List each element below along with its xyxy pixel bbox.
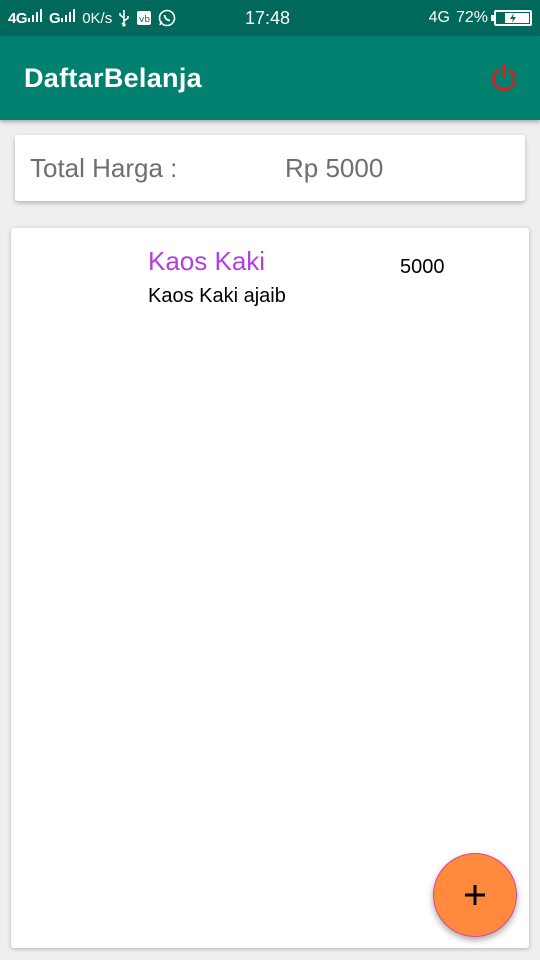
status-left-group: 4G G 0K/s vb xyxy=(8,0,176,36)
status-right-group: 4G 72% xyxy=(429,0,532,36)
network-right-label: 4G xyxy=(428,9,450,26)
status-time: 17:48 xyxy=(245,7,291,28)
svg-text:vb: vb xyxy=(139,15,150,25)
status-bar: 4G G 0K/s vb 17:48 4G 72% xyxy=(0,0,540,36)
total-price-card: Total Harga : Rp 5000 xyxy=(15,135,525,201)
usb-icon xyxy=(118,9,130,27)
signal-label-1: 4G xyxy=(8,10,28,27)
plus-icon xyxy=(465,885,485,905)
battery-percent: 72% xyxy=(455,9,488,26)
app-bar: DaftarBelanja xyxy=(0,36,540,120)
network-4g-icon: 4G xyxy=(429,9,450,27)
list-item[interactable]: Kaos Kaki Kaos Kaki ajaib 5000 xyxy=(11,228,529,318)
network-speed: 0K/s xyxy=(82,9,113,27)
item-description: Kaos Kaki ajaib xyxy=(148,285,286,307)
power-button[interactable] xyxy=(488,62,520,94)
total-price-value: Rp 5000 xyxy=(285,152,384,183)
total-price-label: Total Harga : xyxy=(30,152,178,183)
app-title: DaftarBelanja xyxy=(24,62,202,93)
signal-icon: 4G xyxy=(8,9,43,27)
item-price: 5000 xyxy=(400,256,445,278)
item-name: Kaos Kaki xyxy=(148,246,266,276)
power-icon xyxy=(492,63,516,92)
battery-icon xyxy=(491,10,532,26)
signal-icon-2: G xyxy=(49,9,76,27)
whatsapp-icon xyxy=(158,9,176,27)
add-item-button[interactable] xyxy=(433,853,517,937)
shopping-list[interactable]: Kaos Kaki Kaos Kaki ajaib 5000 xyxy=(11,228,529,948)
sim-icon: vb xyxy=(136,10,152,26)
signal-label-2: G xyxy=(49,10,61,27)
